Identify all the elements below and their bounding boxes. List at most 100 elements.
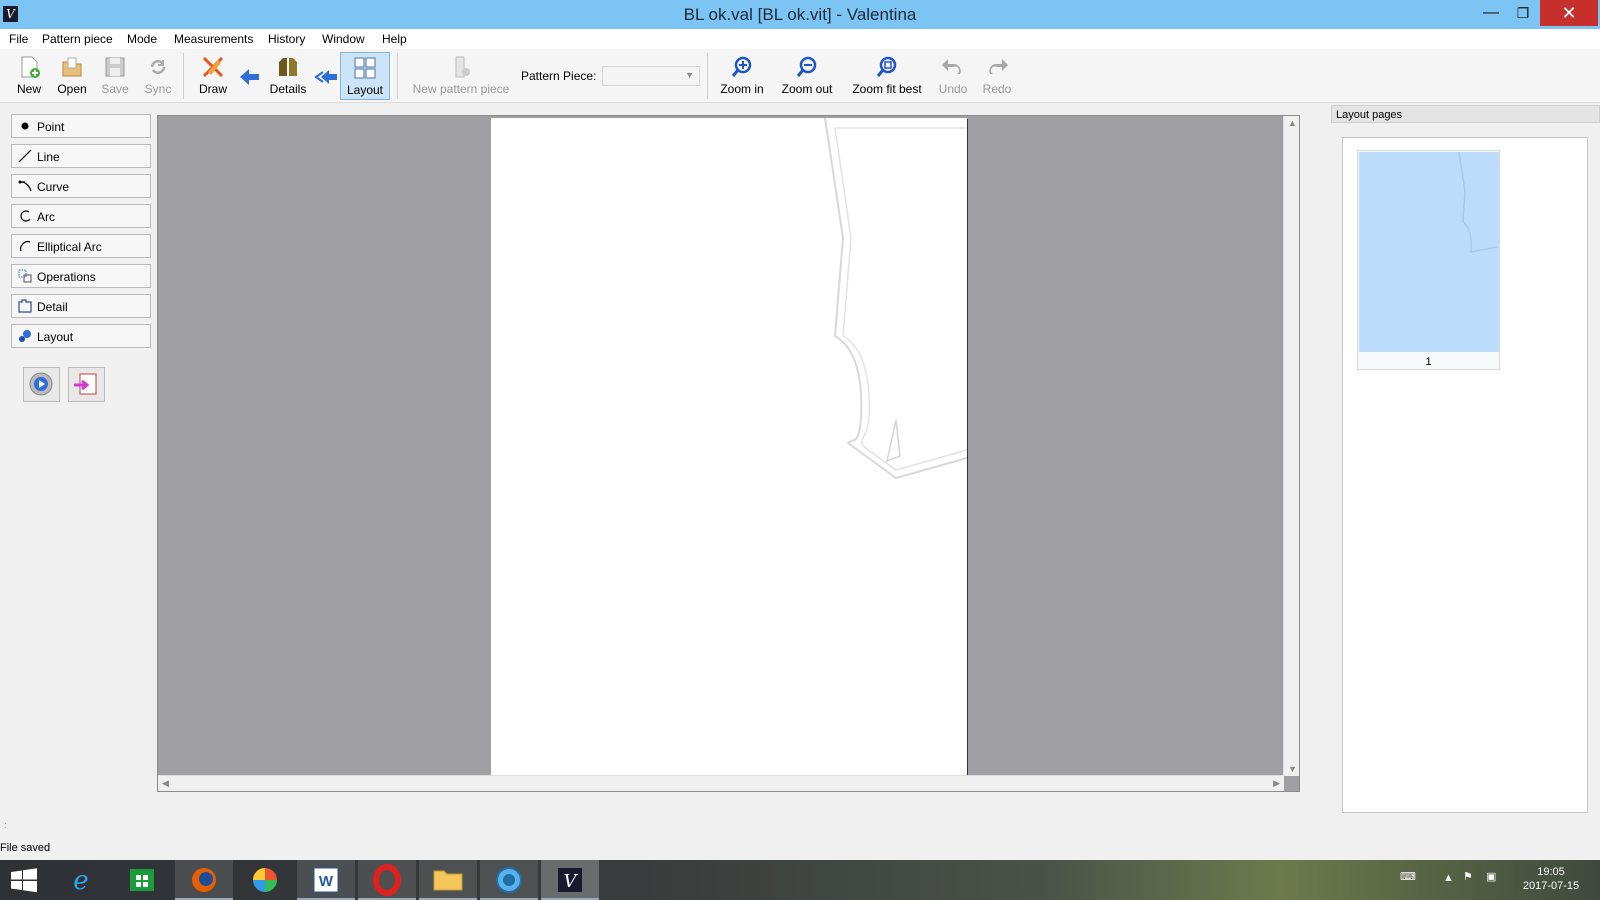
layout-canvas[interactable]: ▲ ▼ ◀ ▶ — [157, 115, 1300, 792]
taskbar-internet-explorer[interactable]: e — [52, 860, 110, 900]
scroll-left-icon[interactable]: ◀ — [162, 778, 169, 789]
tool-label: Curve — [37, 180, 70, 194]
store-icon — [130, 869, 154, 891]
details-mode-button[interactable]: Details — [266, 52, 310, 100]
arc-icon — [20, 210, 31, 222]
zoom-in-icon — [731, 56, 752, 77]
sync-button[interactable]: Sync — [140, 52, 176, 100]
layout-mode-button[interactable]: Layout — [340, 52, 390, 100]
new-button[interactable]: New — [11, 52, 47, 100]
clock-time: 19:05 — [1537, 866, 1565, 878]
zoom-fit-best-label: Zoom fit best — [852, 82, 922, 96]
tool-operations-button[interactable]: Operations — [11, 264, 151, 288]
taskbar-opera[interactable] — [358, 860, 416, 900]
menu-file[interactable]: File — [9, 32, 28, 46]
redo-button[interactable]: Redo — [978, 52, 1016, 100]
undo-icon — [942, 59, 961, 74]
export-icon — [74, 373, 97, 395]
tool-label: Layout — [37, 330, 74, 344]
elliptical-arc-icon — [20, 241, 31, 252]
tool-label: Point — [37, 120, 65, 134]
menu-pattern-piece[interactable]: Pattern piece — [42, 32, 113, 46]
network-icon[interactable]: ▣ — [1486, 870, 1496, 883]
menu-window[interactable]: Window — [322, 32, 365, 46]
details-garment-icon — [279, 58, 297, 76]
save-disk-icon — [105, 57, 125, 77]
layout-gears-icon — [19, 330, 31, 342]
detail-icon — [18, 299, 32, 313]
undo-button[interactable]: Undo — [935, 52, 971, 100]
layout-label: Layout — [346, 83, 384, 97]
tool-point-button[interactable]: Point — [11, 114, 151, 138]
menu-measurements[interactable]: Measurements — [174, 32, 253, 46]
taskbar-file-explorer[interactable] — [419, 860, 477, 900]
zoom-fit-best-button[interactable]: Zoom fit best — [846, 52, 928, 100]
maximize-button[interactable]: ❐ — [1508, 0, 1538, 26]
scroll-down-icon[interactable]: ▼ — [1288, 764, 1297, 774]
sync-label: Sync — [144, 82, 172, 96]
tool-label: Line — [37, 150, 60, 164]
zoom-out-button[interactable]: Zoom out — [776, 52, 838, 100]
action-center-flag-icon[interactable]: ⚑ — [1463, 870, 1473, 883]
close-button[interactable]: ✕ — [1540, 0, 1598, 26]
layout-settings-button[interactable] — [23, 367, 60, 402]
window-title: BL ok.val [BL ok.vit] - Valentina — [683, 5, 917, 24]
taskbar-valentina[interactable]: V — [541, 860, 599, 900]
arrow-to-details-button[interactable] — [312, 52, 340, 100]
internet-explorer-icon: e — [73, 866, 88, 896]
left-arrow-icon — [240, 69, 259, 85]
minimize-button[interactable]: — — [1476, 0, 1506, 26]
layout-pages-panel: Layout pages 1 — [1331, 105, 1600, 813]
curve-icon — [18, 180, 32, 192]
page-thumbnail-sheet — [1359, 151, 1499, 352]
save-button[interactable]: Save — [97, 52, 133, 100]
scroll-right-icon[interactable]: ▶ — [1273, 778, 1280, 789]
tool-curve-button[interactable]: Curve — [11, 174, 151, 198]
vertical-scrollbar[interactable]: ▲ ▼ — [1283, 116, 1299, 776]
arrow-to-draw-button[interactable] — [236, 52, 264, 100]
layout-grid-icon — [354, 57, 376, 79]
redo-icon — [989, 59, 1008, 74]
toolbar-separator — [397, 53, 398, 99]
scroll-up-icon[interactable]: ▲ — [1288, 118, 1297, 128]
open-label: Open — [57, 82, 87, 96]
gear-play-icon — [29, 372, 53, 396]
taskbar-word[interactable]: W — [297, 860, 355, 900]
menu-help[interactable]: Help — [382, 32, 407, 46]
horizontal-scrollbar[interactable]: ◀ ▶ — [158, 775, 1284, 791]
tool-layout-button[interactable]: Layout — [11, 324, 151, 348]
double-left-arrow-icon — [314, 70, 337, 84]
open-folder-icon — [62, 57, 82, 77]
draw-mode-button[interactable]: Draw — [193, 52, 233, 100]
menu-mode[interactable]: Mode — [127, 32, 157, 46]
show-hidden-icons-icon[interactable]: ▲ — [1443, 872, 1454, 884]
pattern-piece-outline — [824, 117, 968, 480]
taskbar-app-circle[interactable] — [480, 860, 538, 900]
export-layout-button[interactable] — [68, 367, 105, 402]
start-button[interactable] — [0, 860, 48, 900]
tool-arc-button[interactable]: Arc — [11, 204, 151, 228]
menu-history[interactable]: History — [268, 32, 305, 46]
menu-bar: File Pattern piece Mode Measurements His… — [0, 29, 1600, 49]
taskbar-clock[interactable]: 19:05 2017-07-15 — [1516, 865, 1586, 893]
tool-detail-button[interactable]: Detail — [11, 294, 151, 318]
layout-sheet — [491, 117, 968, 790]
new-pattern-piece-label: New pattern piece — [412, 82, 510, 96]
tool-elliptical-arc-button[interactable]: Elliptical Arc — [11, 234, 151, 258]
pattern-piece-select[interactable]: ▼ — [602, 66, 700, 86]
keyboard-icon[interactable]: ⌨ — [1400, 870, 1416, 883]
layout-page-thumbnail[interactable]: 1 — [1357, 150, 1500, 370]
taskbar-store[interactable] — [113, 860, 171, 900]
new-label: New — [16, 82, 41, 96]
page-number: 1 — [1425, 356, 1432, 368]
zoom-in-button[interactable]: Zoom in — [716, 52, 768, 100]
taskbar-firefox[interactable] — [175, 860, 233, 900]
save-label: Save — [101, 82, 129, 96]
status-grip: · · — [4, 818, 8, 833]
windows-logo-icon — [11, 868, 37, 893]
open-button[interactable]: Open — [52, 52, 92, 100]
taskbar-color-app[interactable] — [236, 860, 294, 900]
tool-line-button[interactable]: Line — [11, 144, 151, 168]
new-pattern-piece-button[interactable]: New pattern piece — [406, 52, 516, 100]
svg-text:e: e — [73, 866, 88, 896]
